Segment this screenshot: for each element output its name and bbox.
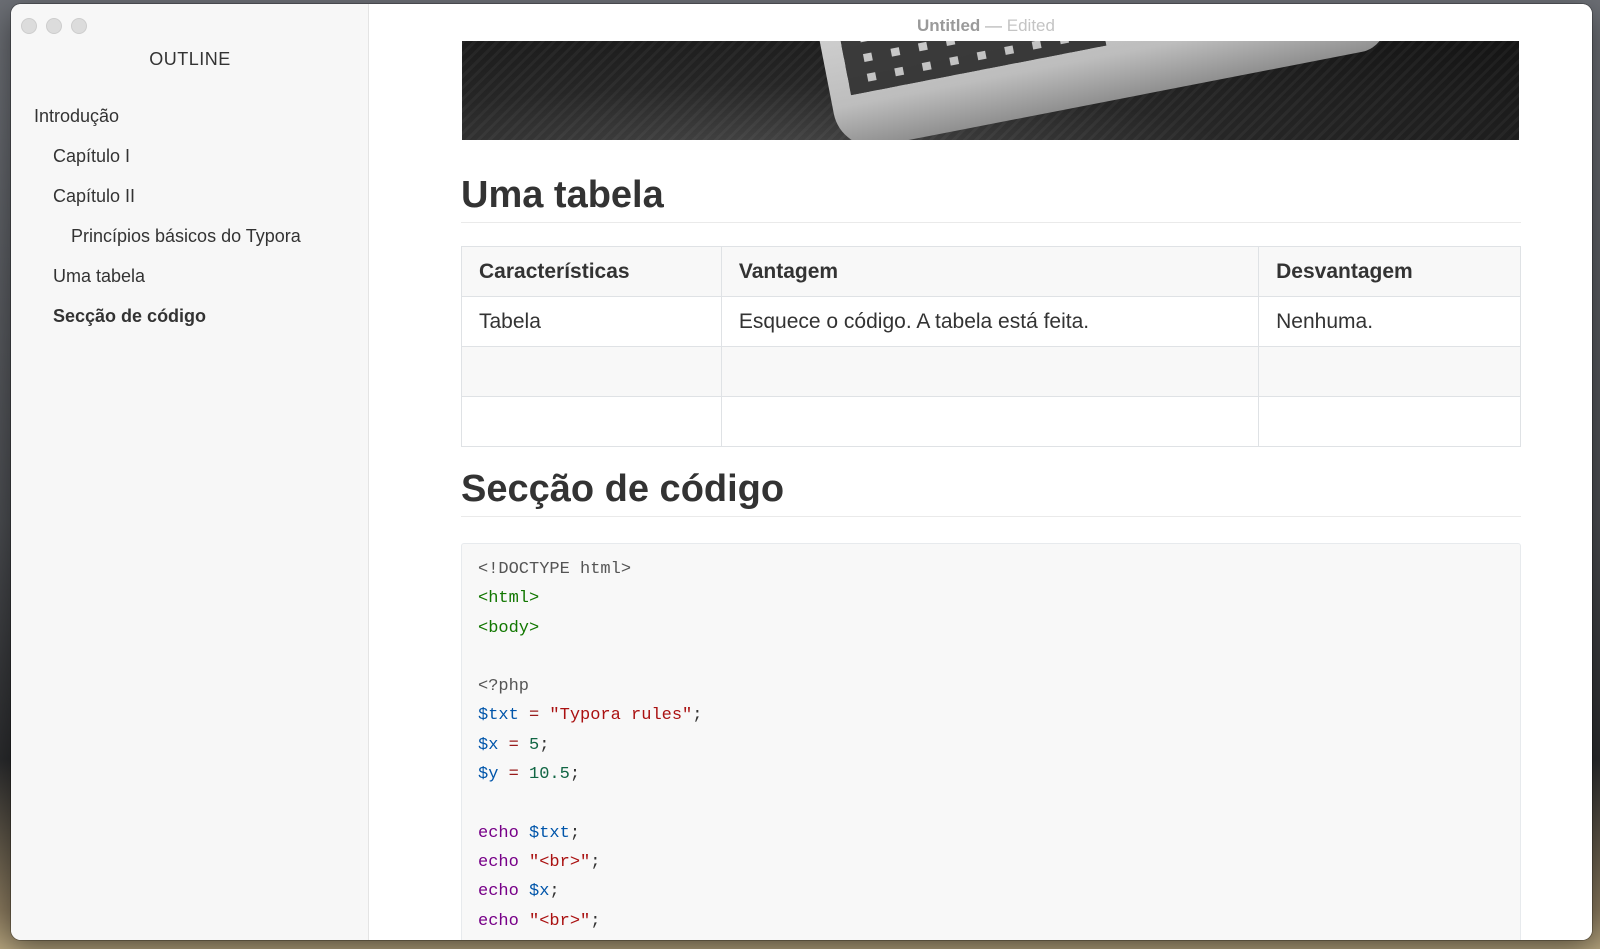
code-token: ; <box>590 852 601 872</box>
laptop-image <box>462 41 1519 140</box>
code-line: echo "<br>"; <box>478 907 1504 936</box>
code-token: echo <box>478 911 519 931</box>
table-header-cell[interactable]: Desvantagem <box>1258 246 1521 297</box>
code-token: ; <box>590 911 601 931</box>
close-window-button[interactable] <box>21 18 37 34</box>
code-line: <html> <box>478 584 1504 613</box>
document-table[interactable]: Características Vantagem Desvantagem Tab… <box>461 246 1521 447</box>
code-token: echo <box>478 823 519 843</box>
code-token: ; <box>569 823 581 843</box>
code-token: $txt <box>478 706 519 726</box>
code-line: echo $txt; <box>478 819 1504 848</box>
table-header-cell[interactable]: Características <box>461 246 722 297</box>
outline-list: Introdução Capítulo I Capítulo II Princí… <box>11 96 369 336</box>
window-title: Untitled — Edited <box>380 16 1592 36</box>
minimize-window-button[interactable] <box>46 18 62 34</box>
code-token: echo <box>478 882 519 902</box>
code-token: $x <box>478 735 499 755</box>
outline-item-uma-tabela[interactable]: Uma tabela <box>11 256 369 296</box>
code-line: $x = 5; <box>478 731 1504 760</box>
code-line: <?php <box>478 672 1504 701</box>
title-separator: — <box>985 16 1003 35</box>
code-token: $txt <box>529 823 570 843</box>
table-cell[interactable]: Nenhuma. <box>1258 296 1521 347</box>
code-token: 10.5 <box>529 765 570 785</box>
code-block[interactable]: <!DOCTYPE html> <html> <body> <?php $txt… <box>461 543 1521 940</box>
code-token: = <box>518 706 550 726</box>
code-token: 5 <box>529 735 540 755</box>
code-token: "<br>" <box>529 911 591 931</box>
code-token: <body> <box>478 618 540 638</box>
outline-heading: OUTLINE <box>149 49 231 69</box>
heading-seccao-de-codigo[interactable]: Secção de código <box>461 466 1521 517</box>
outline-item-principios-basicos[interactable]: Princípios básicos do Typora <box>11 216 369 256</box>
code-token: ; <box>569 765 581 785</box>
code-token: $x <box>529 882 550 902</box>
table-row: Tabela Esquece o código. A tabela está f… <box>461 296 1521 347</box>
code-token: <!DOCTYPE html> <box>478 560 632 579</box>
code-token: = <box>498 765 530 785</box>
document-name: Untitled <box>917 16 981 35</box>
table-cell[interactable]: Tabela <box>461 296 722 347</box>
code-token: echo <box>478 852 519 872</box>
heading-uma-tabela[interactable]: Uma tabela <box>461 172 1521 223</box>
outline-sidebar: OUTLINE Introdução Capítulo I Capítulo I… <box>11 4 369 940</box>
outline-item-capitulo-ii[interactable]: Capítulo II <box>11 176 369 216</box>
table-row <box>461 346 1521 397</box>
code-token: "Typora rules" <box>549 706 693 726</box>
outline-item-seccao-de-codigo[interactable]: Secção de código <box>11 296 369 336</box>
table-row <box>461 396 1521 447</box>
table-header-row: Características Vantagem Desvantagem <box>461 246 1521 297</box>
app-window: Untitled — Edited OUTLINE Introdução Cap… <box>11 4 1592 940</box>
code-token: $y <box>478 765 499 785</box>
code-line: echo "<br>"; <box>478 848 1504 877</box>
edited-status: Edited <box>1006 16 1055 35</box>
code-token: = <box>498 735 530 755</box>
code-token: "<br>" <box>529 852 591 872</box>
table-cell[interactable] <box>720 396 1260 447</box>
table-cell[interactable] <box>461 346 722 397</box>
zoom-window-button[interactable] <box>71 18 87 34</box>
code-line: $y = 10.5; <box>478 760 1504 789</box>
table-cell[interactable] <box>1258 346 1521 397</box>
table-cell[interactable]: Esquece o código. A tabela está feita. <box>720 296 1260 347</box>
outline-item-capitulo-i[interactable]: Capítulo I <box>11 136 369 176</box>
code-token: ; <box>692 706 703 726</box>
table-cell[interactable] <box>720 346 1260 397</box>
code-line: $txt = "Typora rules"; <box>478 701 1504 730</box>
code-line: <body> <box>478 614 1504 643</box>
code-token: ; <box>549 882 560 902</box>
code-line: <!DOCTYPE html> <box>478 555 1504 584</box>
outline-item-introducao[interactable]: Introdução <box>11 96 369 136</box>
code-token: <?php <box>478 677 530 697</box>
table-cell[interactable] <box>1258 396 1521 447</box>
code-token: ; <box>539 735 550 755</box>
window-controls <box>21 18 87 34</box>
table-cell[interactable] <box>461 396 722 447</box>
code-line: echo $x; <box>478 877 1504 906</box>
table-header-cell[interactable]: Vantagem <box>720 246 1260 297</box>
code-token: <html> <box>478 589 540 609</box>
editor-content[interactable]: Uma tabela Características Vantagem Desv… <box>370 4 1592 940</box>
